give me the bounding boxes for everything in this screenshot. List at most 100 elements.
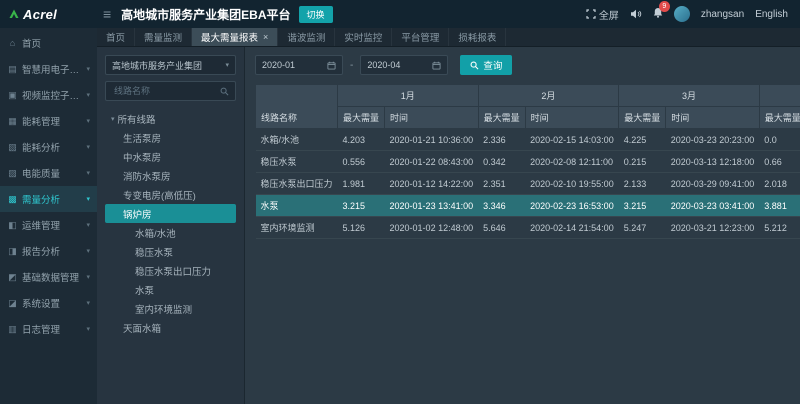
line-search-input[interactable] — [112, 85, 216, 97]
notification-bell[interactable]: 9 — [653, 7, 663, 21]
tree-node-label: 专变电房(高低压) — [123, 188, 196, 202]
time-cell: 2020-01-23 13:41:00 — [385, 195, 479, 217]
acrel-logo: Acrel — [23, 7, 57, 22]
tree-node[interactable]: 室内环境监测 — [105, 299, 236, 318]
chevron-down-icon: ▾ — [86, 91, 90, 99]
sound-icon[interactable] — [630, 9, 642, 19]
sidebar-item-基础数据管理[interactable]: ◩基础数据管理▾ — [0, 264, 97, 290]
table-row[interactable]: 稳压水泵出口压力1.9812020-01-12 14:22:002.351202… — [256, 173, 800, 195]
sidebar-item-智慧用电子系统[interactable]: ▤智慧用电子系统▾ — [0, 56, 97, 82]
close-tab-icon[interactable]: × — [263, 32, 268, 42]
report-icon: ◨ — [7, 246, 18, 257]
line-name-cell: 水泵 — [256, 195, 338, 217]
notification-badge: 9 — [659, 1, 670, 12]
query-button[interactable]: 查询 — [460, 55, 512, 75]
tree-node[interactable]: 稳压水泵 — [105, 242, 236, 261]
tab-label: 平台管理 — [401, 30, 439, 44]
tree-node-label: 稳压水泵 — [135, 245, 173, 259]
chevron-down-icon: ▾ — [86, 273, 90, 281]
tree-node[interactable]: 水箱/水池 — [105, 223, 236, 242]
month-header: 1月 — [338, 85, 479, 107]
tree-node[interactable]: 锅炉房 — [105, 204, 236, 223]
time-cell: 2020-02-23 16:53:00 — [525, 195, 619, 217]
table-row[interactable]: 水泵3.2152020-01-23 13:41:003.3462020-02-2… — [256, 195, 800, 217]
sidebar-item-label: 运维管理 — [22, 218, 60, 232]
time-cell: 2020-03-23 03:41:00 — [666, 195, 760, 217]
demand-cell: 0.66 — [759, 151, 800, 173]
search-icon[interactable] — [220, 87, 229, 96]
tab-label: 首页 — [106, 30, 125, 44]
sidebar-item-label: 系统设置 — [22, 296, 60, 310]
tree-node[interactable]: 专变电房(高低压) — [105, 185, 236, 204]
chevron-down-icon: ▾ — [86, 117, 90, 125]
table-row[interactable]: 室内环境监测5.1262020-01-02 12:48:005.6462020-… — [256, 217, 800, 239]
tab-首页[interactable]: 首页 — [97, 28, 135, 46]
sidebar-item-label: 能耗管理 — [22, 114, 60, 128]
calendar-icon — [432, 61, 441, 70]
energy-icon: ▦ — [7, 116, 18, 127]
demand-cell: 0.215 — [619, 151, 666, 173]
tree-node[interactable]: 稳压水泵出口压力 — [105, 261, 236, 280]
demand-cell: 2.133 — [619, 173, 666, 195]
line-name-cell: 室内环境监测 — [256, 217, 338, 239]
tree-node[interactable]: 消防水泵房 — [105, 166, 236, 185]
avatar[interactable] — [674, 6, 690, 22]
demand-cell: 4.203 — [338, 129, 385, 151]
sidebar-item-视频监控子系统[interactable]: ▣视频监控子系统▾ — [0, 82, 97, 108]
log-icon: ▥ — [7, 324, 18, 335]
chevron-down-icon: ▾ — [86, 221, 90, 229]
tree-node[interactable]: 水泵 — [105, 280, 236, 299]
tree-node[interactable]: 中水泵房 — [105, 147, 236, 166]
line-tree: ▾所有线路生活泵房中水泵房消防水泵房专变电房(高低压) 锅炉房水箱/水池稳压水泵稳… — [105, 109, 236, 337]
tree-node[interactable]: 生活泵房 — [105, 128, 236, 147]
tree-node[interactable]: ▾所有线路 — [105, 109, 236, 128]
tab-bar: 首页需量监测最大需量报表× 谐波监测实时监控平台管理损耗报表 — [97, 28, 800, 47]
smart-power-icon: ▤ — [7, 64, 18, 75]
end-date-value: 2020-04 — [367, 60, 400, 70]
table-row[interactable]: 水箱/水池4.2032020-01-21 10:36:002.3362020-0… — [256, 129, 800, 151]
chevron-down-icon: ▾ — [86, 247, 90, 255]
sidebar-item-报告分析[interactable]: ◨报告分析▾ — [0, 238, 97, 264]
sidebar-item-label: 基础数据管理 — [22, 270, 79, 284]
sidebar-item-日志管理[interactable]: ▥日志管理▾ — [0, 316, 97, 342]
tab-谐波监测[interactable]: 谐波监测 — [278, 28, 335, 46]
language-switch[interactable]: English — [755, 9, 788, 20]
sidebar-item-电能质量[interactable]: ▨电能质量▾ — [0, 160, 97, 186]
tree-node-label: 中水泵房 — [123, 150, 161, 164]
hamburger-icon[interactable]: ≡ — [103, 6, 111, 22]
demand-cell: 3.215 — [338, 195, 385, 217]
tree-node[interactable]: 天面水箱 — [105, 318, 236, 337]
fullscreen-button[interactable]: 全屏 — [586, 7, 619, 22]
sidebar-item-系统设置[interactable]: ◪系统设置▾ — [0, 290, 97, 316]
end-date-picker[interactable]: 2020-04 — [360, 55, 448, 75]
org-selector[interactable]: 高地城市服务产业集团 ▾ — [105, 55, 236, 75]
sidebar-item-label: 日志管理 — [22, 322, 60, 336]
fullscreen-icon — [586, 9, 596, 19]
fullscreen-label: 全屏 — [599, 7, 619, 22]
tab-最大需量报表[interactable]: 最大需量报表× — [192, 28, 278, 46]
tab-平台管理[interactable]: 平台管理 — [392, 28, 449, 46]
time-cell: 2020-01-22 08:43:00 — [385, 151, 479, 173]
switch-button[interactable]: 切换 — [299, 6, 333, 23]
table-row[interactable]: 稳压水泵0.5562020-01-22 08:43:000.3422020-02… — [256, 151, 800, 173]
time-cell: 2020-01-21 10:36:00 — [385, 129, 479, 151]
line-name-cell: 稳压水泵 — [256, 151, 338, 173]
tab-label: 谐波监测 — [287, 30, 325, 44]
tab-需量监测[interactable]: 需量监测 — [135, 28, 192, 46]
tab-实时监控[interactable]: 实时监控 — [335, 28, 392, 46]
app-window: Acrel ≡ 高地城市服务产业集团EBA平台 切换 全屏 — [0, 0, 800, 404]
sidebar-item-能耗管理[interactable]: ▦ 能耗管理 ▾ — [0, 108, 97, 134]
chevron-down-icon: ▾ — [86, 195, 90, 203]
line-name-cell: 水箱/水池 — [256, 129, 338, 151]
username[interactable]: zhangsan — [701, 9, 744, 20]
query-toolbar: 2020-01 - 2020-04 — [255, 55, 790, 75]
sidebar-item-能耗分析[interactable]: ▧能耗分析▾ — [0, 134, 97, 160]
demand-header: 最大需量 — [478, 107, 525, 129]
sidebar-item-首页[interactable]: ⌂首页 — [0, 30, 97, 56]
tree-node-label: 生活泵房 — [123, 131, 161, 145]
page-title: 高地城市服务产业集团EBA平台 — [121, 6, 290, 23]
start-date-picker[interactable]: 2020-01 — [255, 55, 343, 75]
sidebar-item-运维管理[interactable]: ◧运维管理▾ — [0, 212, 97, 238]
tab-损耗报表[interactable]: 损耗报表 — [449, 28, 506, 46]
sidebar-item-需量分析[interactable]: ▩需量分析▾ — [0, 186, 97, 212]
